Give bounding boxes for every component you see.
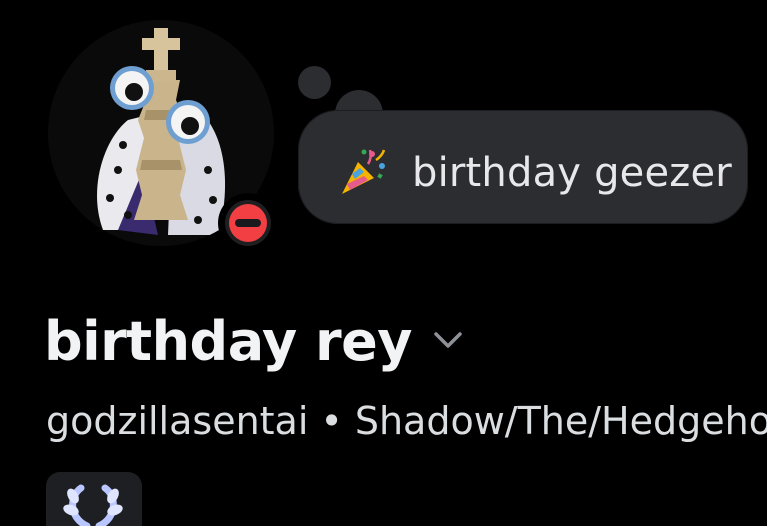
pronouns: Shadow/The/Hedgehog xyxy=(354,399,767,443)
custom-status-text: birthday geezer xyxy=(412,150,732,196)
chevron-down-icon[interactable] xyxy=(430,326,466,354)
username-line: godzillasentai • Shadow/The/Hedgehog xyxy=(46,394,767,448)
thought-bubble-dot-small xyxy=(298,66,331,99)
separator: • xyxy=(320,399,343,443)
do-not-disturb-status-icon xyxy=(225,200,271,246)
party-popper-icon xyxy=(342,149,386,194)
status-bar xyxy=(235,219,261,227)
laurel-wreath-badge-icon[interactable] xyxy=(63,482,123,526)
username: godzillasentai xyxy=(46,399,309,443)
display-name: birthday rey xyxy=(44,310,412,373)
user-profile-popout: birthday geezer birthday rey godzillasen… xyxy=(0,0,767,526)
